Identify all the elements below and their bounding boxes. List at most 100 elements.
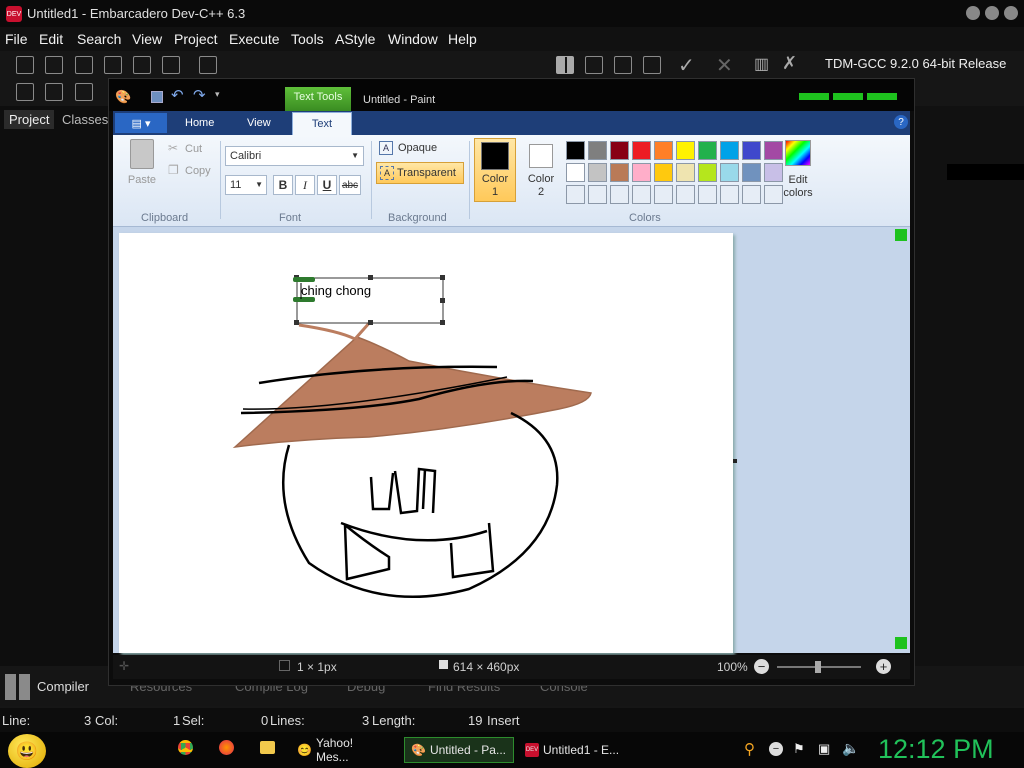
palette-swatch[interactable] xyxy=(720,163,739,182)
flag-icon[interactable]: ⚑ xyxy=(793,741,805,757)
palette-swatch[interactable] xyxy=(676,163,695,182)
open-icon[interactable] xyxy=(45,56,63,74)
bold-button[interactable]: B xyxy=(273,175,293,195)
qa-undo-icon[interactable]: ↶ xyxy=(171,86,184,104)
check-icon[interactable]: ✓ xyxy=(678,53,695,78)
minus-circle-icon[interactable]: − xyxy=(769,742,783,756)
bookmark-icon[interactable] xyxy=(45,83,63,101)
save-icon[interactable] xyxy=(75,56,93,74)
font-family-select[interactable]: Calibri ▼ xyxy=(225,146,364,166)
palette-swatch[interactable] xyxy=(566,141,585,160)
palette-swatch[interactable] xyxy=(654,185,673,204)
volume-icon[interactable]: 🔈 xyxy=(842,740,859,757)
menu-view[interactable]: View xyxy=(132,31,162,47)
paint-close-button[interactable] xyxy=(867,93,897,100)
palette-swatch[interactable] xyxy=(610,185,629,204)
tiles-icon[interactable] xyxy=(643,56,661,74)
explorer-icon[interactable] xyxy=(260,741,275,754)
copy-icon[interactable]: ❐ xyxy=(168,163,179,177)
chrome-icon[interactable] xyxy=(178,740,193,755)
close-button[interactable] xyxy=(1004,6,1018,20)
tab-project[interactable]: Project xyxy=(4,110,55,129)
tab-view[interactable]: View xyxy=(247,117,271,129)
palette-swatch[interactable] xyxy=(610,163,629,182)
taskbar-item-yahoo[interactable]: 😊 Yahoo! Mes... xyxy=(291,736,393,764)
menu-tools[interactable]: Tools xyxy=(291,31,324,47)
close-file-icon[interactable] xyxy=(133,56,151,74)
paint-max-button[interactable] xyxy=(833,93,863,100)
palette-swatch[interactable] xyxy=(632,141,651,160)
palette-swatch[interactable] xyxy=(654,163,673,182)
palette-swatch[interactable] xyxy=(676,141,695,160)
firefox-icon[interactable] xyxy=(219,740,234,755)
tab-classes[interactable]: Classes xyxy=(62,112,108,127)
palette-swatch[interactable] xyxy=(698,185,717,204)
zoom-slider-thumb[interactable] xyxy=(815,661,821,673)
qa-save-icon[interactable] xyxy=(151,91,163,103)
palette-swatch[interactable] xyxy=(610,141,629,160)
compiler-select[interactable]: TDM-GCC 9.2.0 64-bit Release xyxy=(825,56,1006,71)
qa-customize-icon[interactable]: ▾ xyxy=(215,89,220,100)
taskbar-item-paint[interactable]: 🎨 Untitled - Pa... xyxy=(404,737,514,763)
strikethrough-button[interactable]: abc xyxy=(339,175,361,195)
palette-swatch[interactable] xyxy=(588,163,607,182)
palette-swatch[interactable] xyxy=(566,185,585,204)
menu-execute[interactable]: Execute xyxy=(229,31,280,47)
menu-search[interactable]: Search xyxy=(77,31,121,47)
taskbar-item-devcpp[interactable]: DEV Untitled1 - E... xyxy=(519,737,629,763)
new-file-icon[interactable] xyxy=(16,56,34,74)
paint-min-button[interactable] xyxy=(799,93,829,100)
italic-button[interactable]: I xyxy=(295,175,315,195)
paste-button[interactable]: Paste xyxy=(121,139,163,191)
palette-swatch[interactable] xyxy=(566,163,585,182)
menu-astyle[interactable]: AStyle xyxy=(335,31,375,47)
maximize-button[interactable] xyxy=(985,6,999,20)
copy-button[interactable]: Copy xyxy=(185,165,211,177)
transparent-button[interactable]: A Transparent xyxy=(376,162,464,184)
palette-swatch[interactable] xyxy=(654,141,673,160)
palette-swatch[interactable] xyxy=(676,185,695,204)
color2-button[interactable]: Color 2 xyxy=(520,138,562,202)
drawing-canvas[interactable]: ching chong xyxy=(119,233,733,653)
underline-button[interactable]: U xyxy=(317,175,337,195)
cut-button[interactable]: Cut xyxy=(185,143,202,155)
opaque-button[interactable]: Opaque xyxy=(398,142,437,154)
palette-swatch[interactable] xyxy=(588,141,607,160)
network-icon[interactable]: ▣ xyxy=(818,741,830,757)
close-all-icon[interactable] xyxy=(162,56,180,74)
canvas-resize-handle[interactable] xyxy=(733,459,737,463)
help-icon[interactable]: ? xyxy=(894,115,908,129)
layout-icon[interactable] xyxy=(614,56,632,74)
start-button[interactable]: 😃 xyxy=(8,734,46,768)
tab-text[interactable]: Text xyxy=(292,112,352,135)
cross-icon[interactable]: ✕ xyxy=(716,53,733,78)
palette-swatch[interactable] xyxy=(720,141,739,160)
chart-icon[interactable]: ▥ xyxy=(754,54,769,74)
vscroll-bottom[interactable] xyxy=(895,637,907,649)
zoom-slider[interactable] xyxy=(777,661,861,673)
qa-redo-icon[interactable]: ↷ xyxy=(193,86,206,104)
save-all-icon[interactable] xyxy=(104,56,122,74)
paint-menu-button[interactable]: ▤ ▾ xyxy=(115,113,167,133)
menu-project[interactable]: Project xyxy=(174,31,218,47)
menu-file[interactable]: File xyxy=(5,31,28,47)
grid-icon[interactable] xyxy=(556,56,574,74)
palette-swatch[interactable] xyxy=(632,163,651,182)
zoom-out-button[interactable]: − xyxy=(754,659,769,674)
palette-swatch[interactable] xyxy=(698,163,717,182)
window-icon[interactable] xyxy=(585,56,603,74)
minimize-button[interactable] xyxy=(966,6,980,20)
palette-swatch[interactable] xyxy=(588,185,607,204)
print-icon[interactable] xyxy=(199,56,217,74)
palette-swatch[interactable] xyxy=(742,141,761,160)
search-icon[interactable]: ⚲ xyxy=(744,740,755,758)
palette-swatch[interactable] xyxy=(720,185,739,204)
cut-icon[interactable]: ✂ xyxy=(168,141,178,155)
menu-edit[interactable]: Edit xyxy=(39,31,63,47)
goto-icon[interactable] xyxy=(75,83,93,101)
edit-colors-button[interactable]: Edit colors xyxy=(778,138,818,202)
tab-compiler[interactable]: Compiler xyxy=(37,679,89,694)
vscroll-top[interactable] xyxy=(895,229,907,241)
palette-swatch[interactable] xyxy=(698,141,717,160)
palette-swatch[interactable] xyxy=(632,185,651,204)
